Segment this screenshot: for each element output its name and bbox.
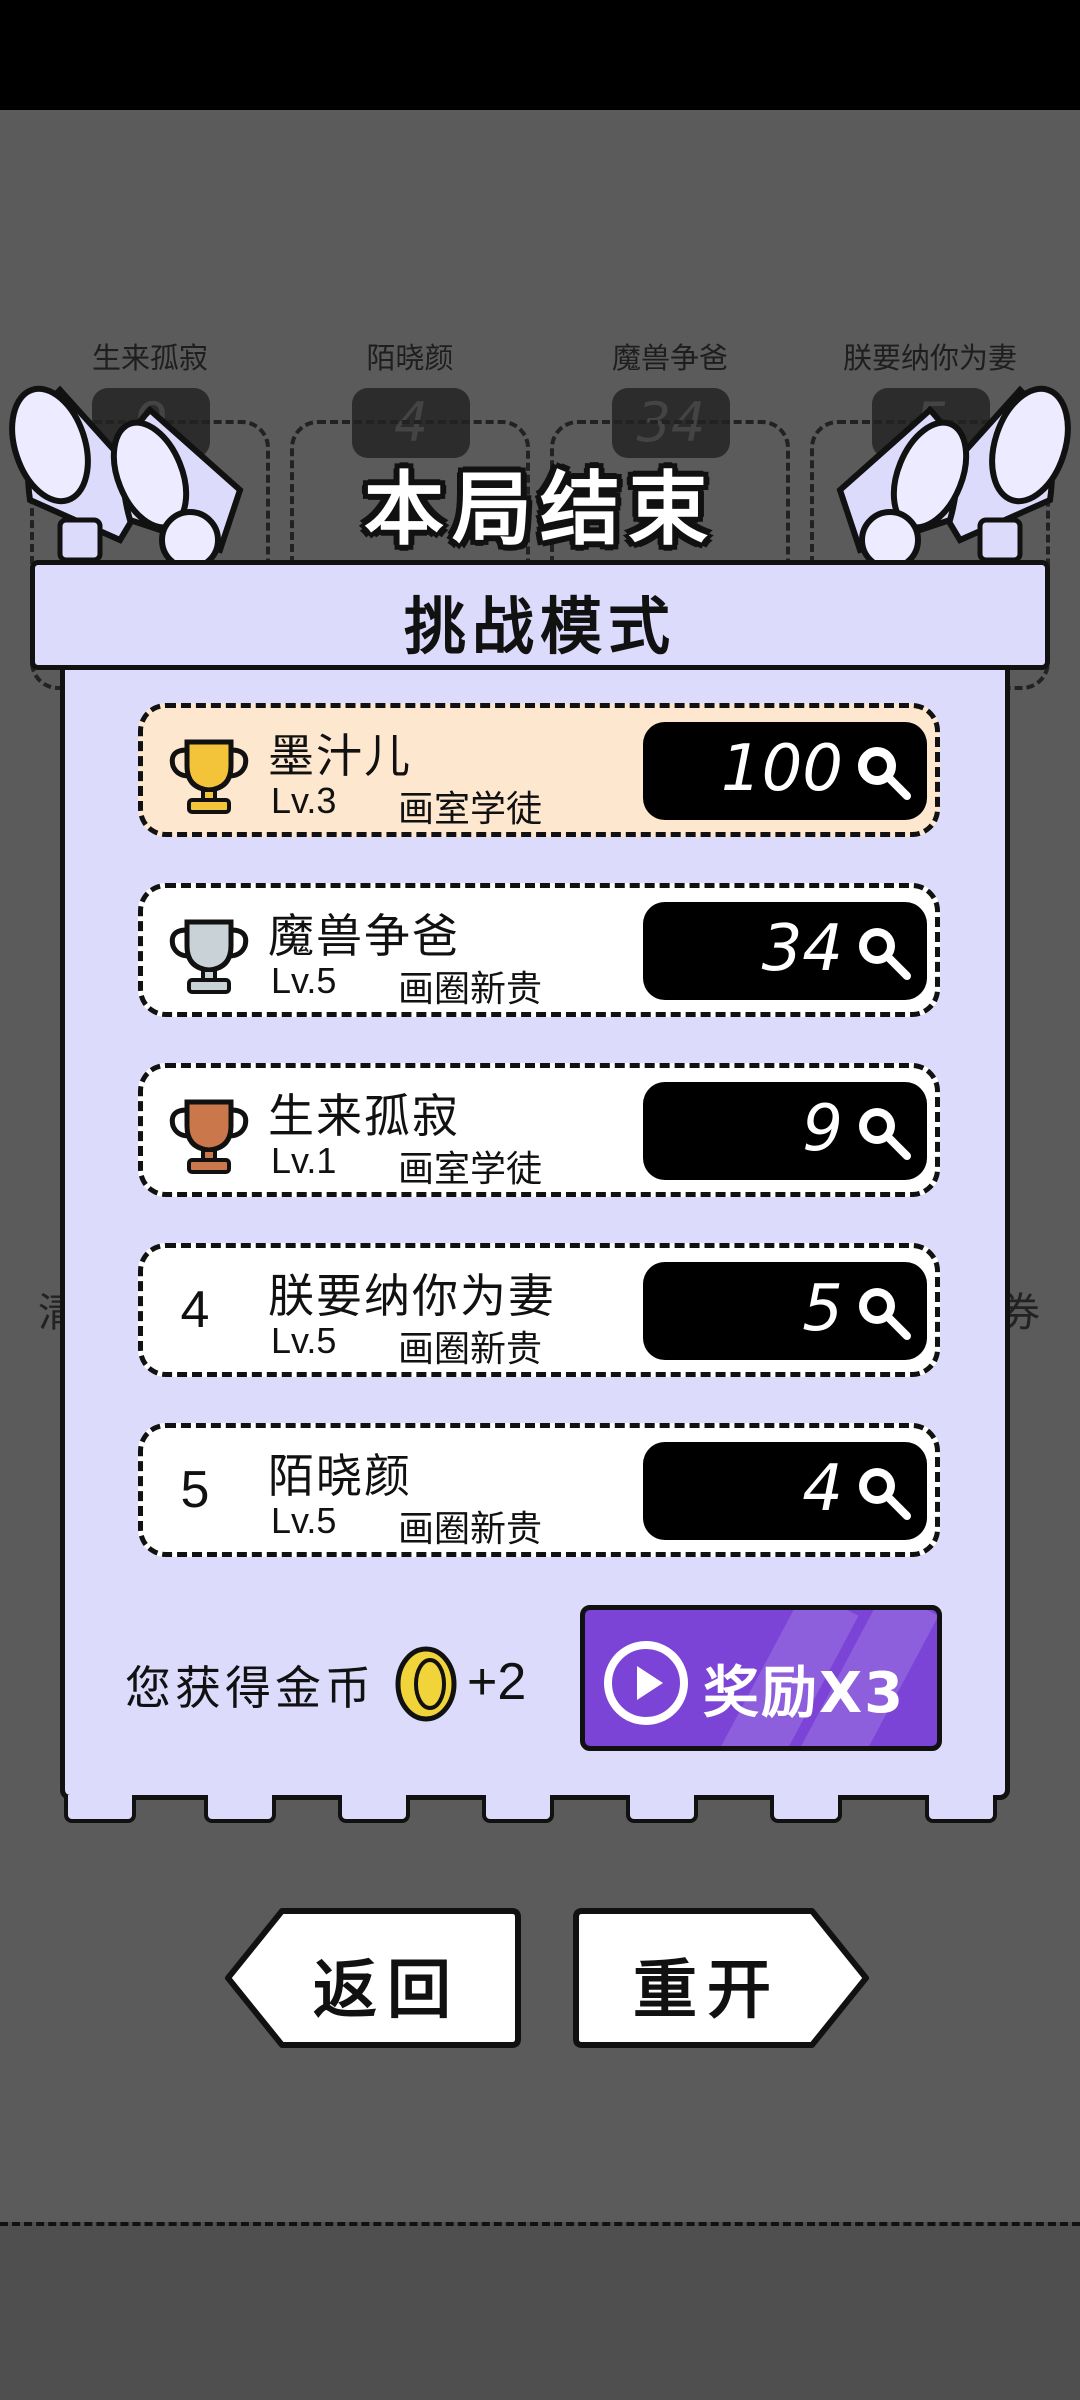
player-level: Lv.5: [271, 1500, 337, 1541]
score-box[interactable]: 4: [643, 1442, 927, 1540]
player-name: 魔兽争爸: [268, 909, 460, 963]
player-level: Lv.5: [271, 1320, 337, 1361]
video-play-icon: [604, 1641, 688, 1725]
leaderboard-row-2: 魔兽争爸 Lv.5 画圈新贵 34: [138, 883, 940, 1017]
reward-label: 奖励X3: [703, 1661, 906, 1726]
mode-title: 挑战模式: [403, 590, 676, 663]
player-title: 画室学徒: [398, 789, 543, 830]
player-score: 4: [802, 1452, 843, 1526]
reward-x3-button[interactable]: 奖励X3: [580, 1605, 942, 1751]
player-level: Lv.5: [271, 960, 337, 1001]
search-icon[interactable]: [853, 1462, 913, 1522]
score-box[interactable]: 34: [643, 902, 927, 1000]
player-name: 陌晓颜: [268, 1449, 412, 1503]
leaderboard-row-3: 生来孤寂 Lv.1 画室学徒 9: [138, 1063, 940, 1197]
silver-trophy-icon: [169, 919, 249, 994]
bg-player-name-2: 陌晓颜: [366, 341, 454, 375]
player-level: Lv.1: [271, 1140, 337, 1181]
player-score: 34: [761, 912, 843, 986]
result-title: 本局结束: [364, 463, 716, 556]
player-score: 100: [720, 732, 843, 806]
leaderboard-row-1: 墨汁儿 Lv.3 画室学徒 100: [138, 703, 940, 837]
player-title: 画室学徒: [398, 1149, 543, 1190]
player-level: Lv.3: [271, 780, 337, 821]
rank-number: 5: [180, 1461, 210, 1519]
coins-amount: +2: [467, 1653, 527, 1711]
search-icon[interactable]: [853, 1282, 913, 1342]
player-title: 画圈新贵: [398, 969, 543, 1010]
bronze-trophy-icon: [169, 1099, 249, 1174]
leaderboard-row-4: 4 朕要纳你为妻 Lv.5 画圈新贵 5: [138, 1243, 940, 1377]
player-name: 墨汁儿: [268, 729, 412, 783]
score-box[interactable]: 5: [643, 1262, 927, 1360]
search-icon[interactable]: [853, 742, 913, 802]
restart-button[interactable]: 重开: [572, 1905, 872, 2051]
status-bar: [0, 0, 1080, 110]
player-title: 画圈新贵: [398, 1509, 543, 1550]
player-title: 画圈新贵: [398, 1329, 543, 1370]
player-name: 生来孤寂: [268, 1089, 460, 1143]
player-score: 9: [802, 1092, 843, 1166]
search-icon[interactable]: [853, 922, 913, 982]
leaderboard-row-5: 5 陌晓颜 Lv.5 画圈新贵 4: [138, 1423, 940, 1557]
player-score: 5: [802, 1272, 843, 1346]
coin-icon: [395, 1646, 457, 1722]
search-icon[interactable]: [853, 1102, 913, 1162]
restart-label: 重开: [633, 1954, 781, 2028]
rank-number: 4: [180, 1281, 210, 1339]
bottom-band: [0, 2222, 1080, 2400]
score-box[interactable]: 9: [643, 1082, 927, 1180]
coins-label: 您获得金币: [125, 1661, 375, 1715]
back-label: 返回: [313, 1954, 461, 2028]
player-name: 朕要纳你为妻: [268, 1269, 556, 1323]
score-box[interactable]: 100: [643, 722, 927, 820]
back-button[interactable]: 返回: [222, 1905, 522, 2051]
bg-player-name-3: 魔兽争爸: [611, 341, 728, 375]
gold-trophy-icon: [169, 739, 249, 814]
